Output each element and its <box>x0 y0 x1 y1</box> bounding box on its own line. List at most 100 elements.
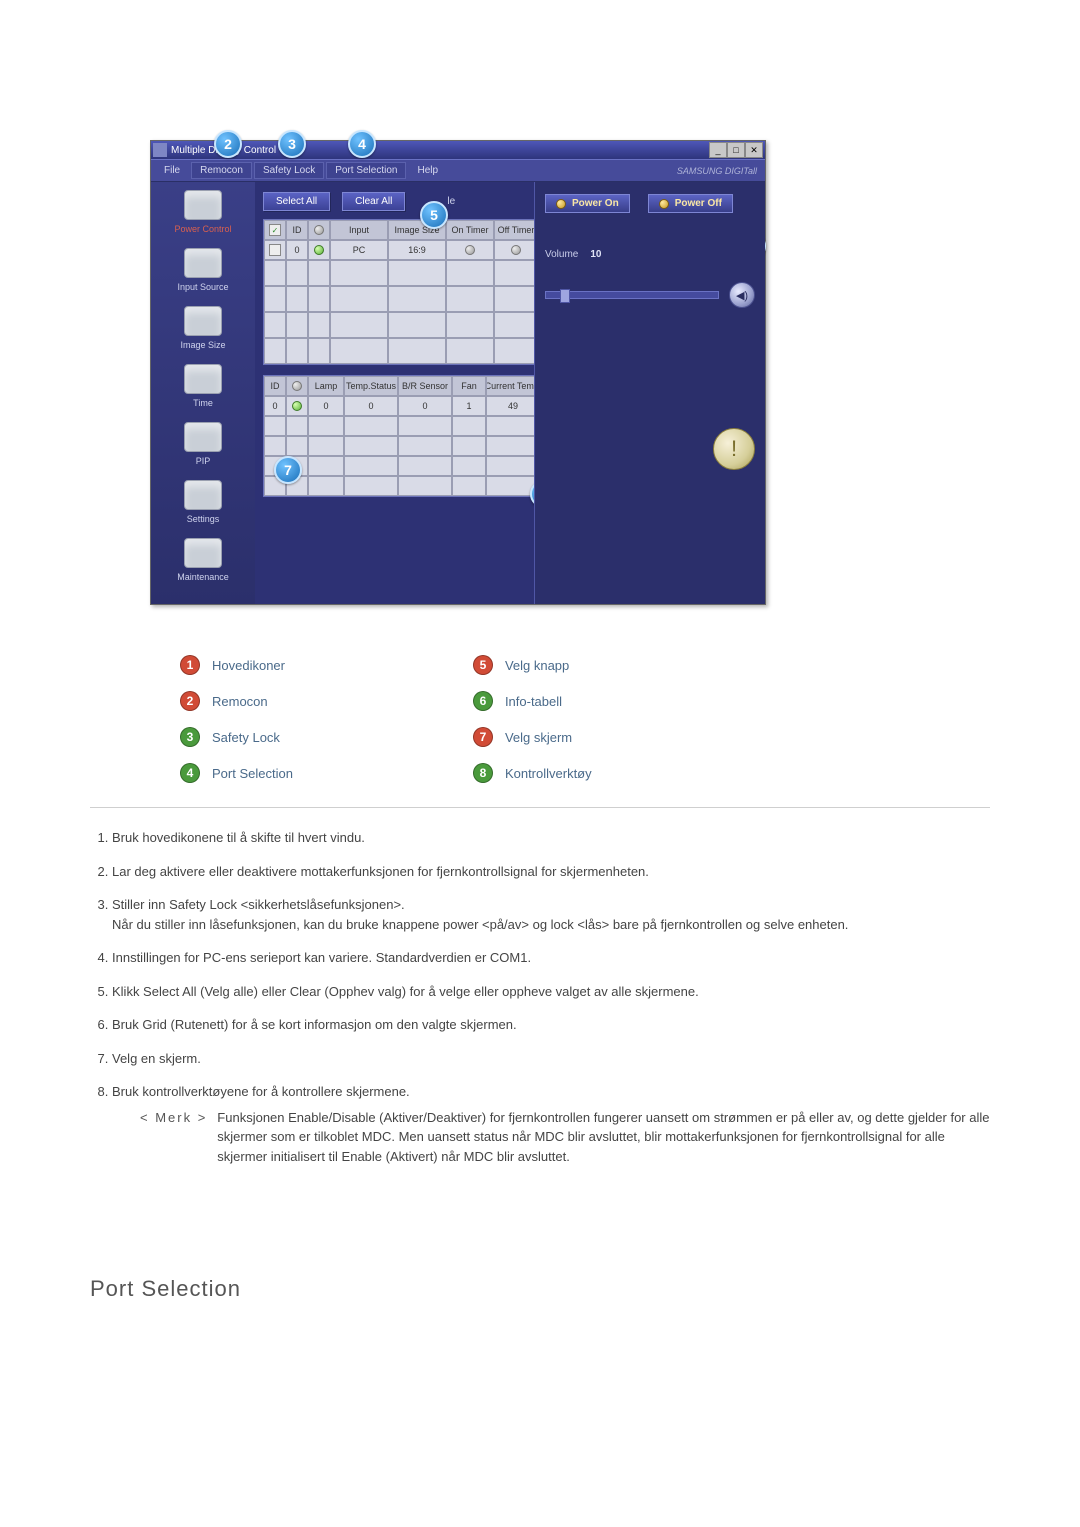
menu-port-selection[interactable]: Port Selection <box>326 162 406 179</box>
table-row[interactable] <box>264 338 538 364</box>
list-item: Innstillingen for PC-ens serieport kan v… <box>112 948 990 968</box>
table-row[interactable] <box>264 312 538 338</box>
menu-file[interactable]: File <box>155 162 189 179</box>
legend-badge-2: 2 <box>180 691 200 711</box>
col-on-timer: On Timer <box>446 220 494 240</box>
legend-badge-1: 1 <box>180 655 200 675</box>
callout-4: 4 <box>348 130 376 158</box>
legend-label: Info-tabell <box>505 694 562 709</box>
cell-br-sensor: 0 <box>398 396 452 416</box>
callout-2: 2 <box>214 130 242 158</box>
col-id: ID <box>286 220 308 240</box>
list-item: Bruk hovedikonene til å skifte til hvert… <box>112 828 990 848</box>
power-on-label: Power On <box>572 198 619 209</box>
menu-remocon[interactable]: Remocon <box>191 162 252 179</box>
legend-label: Safety Lock <box>212 730 280 745</box>
clear-all-button[interactable]: Clear All <box>342 192 405 211</box>
mdc-app-window: Multiple Display Control _ □ ✕ File Remo… <box>150 140 766 605</box>
description-list: Bruk hovedikonene til å skifte til hvert… <box>90 828 990 1166</box>
cell-status <box>286 396 308 416</box>
sidebar-label: Maintenance <box>177 572 229 582</box>
speaker-icon[interactable]: ◀) <box>729 282 755 308</box>
cell-input: PC <box>330 240 388 260</box>
sidebar-label: PIP <box>196 456 211 466</box>
table-row[interactable] <box>264 456 540 476</box>
divider <box>90 807 990 808</box>
volume-value: 10 <box>590 249 601 260</box>
list-text: Når du stiller inn låsefunksjonen, kan d… <box>112 917 848 932</box>
minimize-button[interactable]: _ <box>709 142 727 158</box>
cell-id: 0 <box>264 396 286 416</box>
cell-off-timer <box>494 240 538 260</box>
legend-badge-3: 3 <box>180 727 200 747</box>
legend: 1Hovedikoner 2Remocon 3Safety Lock 4Port… <box>180 655 990 799</box>
cell-id: 0 <box>286 240 308 260</box>
titlebar[interactable]: Multiple Display Control _ □ ✕ <box>151 141 765 159</box>
menu-help[interactable]: Help <box>408 162 447 179</box>
cell-fan: 1 <box>452 396 486 416</box>
volume-label: Volume <box>545 249 578 260</box>
table-row[interactable]: 0 PC 16:9 <box>264 240 538 260</box>
power-icon <box>184 190 222 220</box>
col-id: ID <box>264 376 286 396</box>
table-row[interactable] <box>264 436 540 456</box>
volume-slider[interactable] <box>545 291 719 299</box>
legend-badge-6: 6 <box>473 691 493 711</box>
legend-badge-8: 8 <box>473 763 493 783</box>
cell-current-temp: 49 <box>486 396 540 416</box>
legend-label: Hovedikoner <box>212 658 285 673</box>
legend-label: Velg skjerm <box>505 730 572 745</box>
sidebar-image-size[interactable]: Image Size <box>155 306 251 350</box>
app-icon <box>153 143 167 157</box>
power-dot-icon <box>659 199 669 209</box>
col-br-sensor: B/R Sensor <box>398 376 452 396</box>
alert-icon: ! <box>713 428 755 470</box>
select-all-button[interactable]: Select All <box>263 192 330 211</box>
table-row[interactable]: 0 0 0 0 1 49 <box>264 396 540 416</box>
sidebar-pip[interactable]: PIP <box>155 422 251 466</box>
table-row[interactable] <box>264 260 538 286</box>
sidebar-label: Settings <box>187 514 220 524</box>
cell-on-timer <box>446 240 494 260</box>
window-title: Multiple Display Control <box>171 145 709 156</box>
settings-icon <box>184 480 222 510</box>
col-off-timer: Off Timer <box>494 220 538 240</box>
table-row[interactable] <box>264 416 540 436</box>
list-item: Bruk Grid (Rutenett) for å se kort infor… <box>112 1015 990 1035</box>
list-item: Bruk kontrollverktøyene for å kontroller… <box>112 1082 990 1166</box>
col-status <box>308 220 330 240</box>
col-input: Input <box>330 220 388 240</box>
sidebar-settings[interactable]: Settings <box>155 480 251 524</box>
callout-3: 3 <box>278 130 306 158</box>
list-text: Stiller inn Safety Lock <sikkerhetslåsef… <box>112 897 405 912</box>
table-row[interactable] <box>264 286 538 312</box>
brand-logo: SAMSUNG DIGITall <box>673 162 761 179</box>
close-button[interactable]: ✕ <box>745 142 763 158</box>
input-source-icon <box>184 248 222 278</box>
main-panel: Select All Clear All le ✓ ID <box>255 182 534 604</box>
menu-safety-lock[interactable]: Safety Lock <box>254 162 324 179</box>
display-grid: ✓ ID Input Image Size On Timer Off Timer <box>263 219 539 365</box>
legend-label: Port Selection <box>212 766 293 781</box>
note-label: < Merk > <box>140 1108 207 1167</box>
note-text: Funksjonen Enable/Disable (Aktiver/Deakt… <box>217 1108 990 1167</box>
section-heading: Port Selection <box>90 1276 990 1302</box>
sidebar-power-control[interactable]: Power Control <box>155 190 251 234</box>
col-current-temp: Current Temp. <box>486 376 540 396</box>
suffix-text: le <box>447 196 455 207</box>
col-fan: Fan <box>452 376 486 396</box>
power-on-button[interactable]: Power On <box>545 194 630 213</box>
time-icon <box>184 364 222 394</box>
cell-select[interactable] <box>264 240 286 260</box>
table-row[interactable] <box>264 476 540 496</box>
control-panel: Power On Power Off Volume 10 <box>534 182 765 604</box>
power-off-button[interactable]: Power Off <box>648 194 733 213</box>
col-lamp: Lamp <box>308 376 344 396</box>
sidebar-maintenance[interactable]: Maintenance <box>155 538 251 582</box>
power-dot-icon <box>556 199 566 209</box>
sidebar-time[interactable]: Time <box>155 364 251 408</box>
info-grid: ID Lamp Temp.Status B/R Sensor Fan Curre… <box>263 375 541 497</box>
maximize-button[interactable]: □ <box>727 142 745 158</box>
sidebar-input-source[interactable]: Input Source <box>155 248 251 292</box>
list-item: Lar deg aktivere eller deaktivere mottak… <box>112 862 990 882</box>
